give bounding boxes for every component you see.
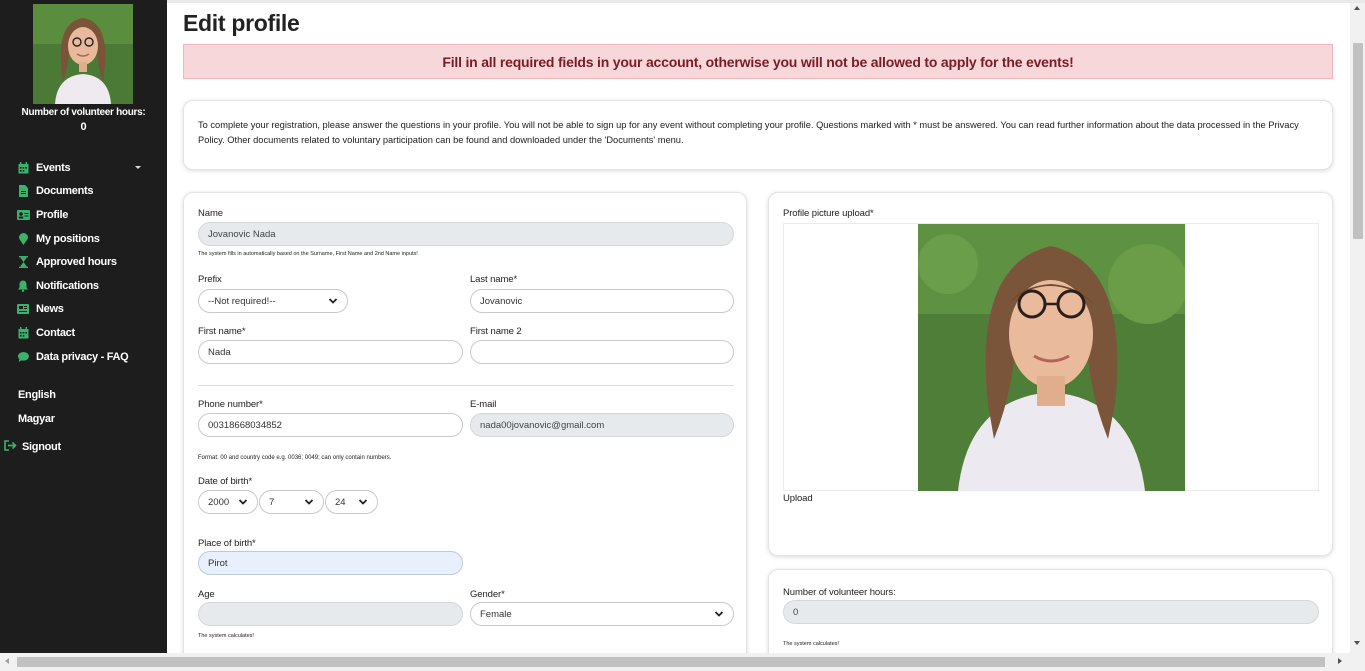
picture-frame[interactable] — [783, 223, 1319, 491]
firstname2-input[interactable] — [470, 340, 734, 364]
sidebar-item-label: Approved hours — [36, 256, 117, 269]
document-icon — [16, 185, 30, 198]
dob-day-value: 24 — [335, 496, 346, 508]
volunteer-hours-value: 0 — [80, 121, 87, 133]
pob-label: Place of birth* — [198, 538, 256, 549]
phone-label: Phone number* — [198, 399, 263, 410]
sidebar-item-label: Documents — [36, 185, 94, 198]
scroll-left-icon[interactable] — [5, 658, 9, 664]
sidebar-item-profile[interactable]: Profile — [0, 203, 167, 227]
pob-input[interactable]: Pirot — [198, 551, 463, 575]
age-note: The system calculates! — [198, 633, 254, 639]
dob-month-select[interactable]: 7 — [259, 490, 324, 514]
hours-note: The system calculates! — [783, 641, 839, 647]
sidebar-item-approved-hours[interactable]: Approved hours — [0, 250, 167, 274]
email-label: E-mail — [470, 399, 497, 410]
profile-photo — [918, 224, 1185, 491]
sidebar-item-my-positions[interactable]: My positions — [0, 227, 167, 251]
chevron-down-icon — [328, 298, 338, 304]
profile-form-card: Name Jovanovic Nada The system fills in … — [183, 192, 747, 653]
chat-icon — [16, 351, 30, 363]
newspaper-icon — [16, 303, 30, 315]
phone-input[interactable]: 00318668034852 — [198, 413, 463, 437]
prefix-select[interactable]: --Not required!-- — [198, 289, 348, 313]
sidebar-nav: Events Documents Profile My positions Ap… — [0, 156, 167, 368]
hours-label: Number of volunteer hours: — [783, 587, 896, 598]
calendar-icon — [16, 161, 30, 174]
name-field[interactable]: Jovanovic Nada — [198, 222, 734, 246]
prefix-label: Prefix — [198, 274, 222, 285]
horizontal-scroll-thumb[interactable] — [17, 657, 1325, 667]
signout-link[interactable]: Signout — [4, 440, 61, 454]
lastname-label: Last name* — [470, 274, 518, 285]
vertical-scrollbar[interactable] — [1350, 3, 1365, 653]
signout-label: Signout — [22, 441, 61, 453]
chevron-down-icon — [714, 611, 724, 617]
picture-label: Profile picture upload* — [783, 208, 874, 219]
language-english[interactable]: English — [18, 389, 56, 401]
sidebar-item-notifications[interactable]: Notifications — [0, 274, 167, 298]
sidebar-item-news[interactable]: News — [0, 298, 167, 322]
calendar-icon — [16, 326, 30, 339]
gender-value: Female — [480, 608, 512, 620]
email-field[interactable]: nada00jovanovic@gmail.com — [470, 413, 734, 437]
dob-label: Date of birth* — [198, 476, 253, 487]
bell-icon — [16, 280, 30, 292]
page-title: Edit profile — [183, 10, 300, 36]
lastname-input[interactable]: Jovanovic — [470, 289, 734, 313]
form-divider — [198, 385, 734, 386]
vertical-scroll-thumb[interactable] — [1353, 43, 1363, 239]
sidebar-item-data-privacy[interactable]: Data privacy - FAQ — [0, 345, 167, 369]
sidebar-item-label: My positions — [36, 232, 100, 245]
sidebar-item-label: Data privacy - FAQ — [36, 350, 129, 363]
dob-day-select[interactable]: 24 — [325, 490, 378, 514]
phone-note: Format: 00 and country code e.g. 0036; 0… — [198, 455, 392, 461]
intro-text: To complete your registration, please an… — [198, 120, 1299, 145]
hourglass-icon — [16, 256, 30, 269]
dob-year-value: 2000 — [208, 496, 230, 508]
gender-select[interactable]: Female — [470, 602, 734, 626]
map-pin-icon — [16, 232, 30, 245]
firstname2-label: First name 2 — [470, 326, 522, 337]
sidebar-item-label: Profile — [36, 208, 69, 221]
prefix-value: --Not required!-- — [208, 295, 276, 307]
dob-month-value: 7 — [269, 496, 275, 508]
name-note: The system fills in automatically based … — [198, 251, 418, 257]
required-fields-alert: Fill in all required fields in your acco… — [183, 44, 1333, 79]
sidebar-item-label: Notifications — [36, 279, 99, 292]
scroll-right-icon[interactable] — [1338, 658, 1342, 664]
sidebar-item-contact[interactable]: Contact — [0, 321, 167, 345]
horizontal-scrollbar[interactable] — [0, 653, 1365, 671]
profile-picture-card: Profile picture upload* Upload — [768, 192, 1333, 556]
sidebar-item-label: Events — [36, 161, 71, 174]
hours-field[interactable]: 0 — [783, 600, 1319, 624]
scroll-up-icon[interactable] — [1354, 6, 1360, 10]
chevron-down-icon — [304, 499, 314, 505]
volunteer-hours-label: Number of volunteer hours: — [21, 107, 146, 118]
language-magyar[interactable]: Magyar — [18, 413, 55, 425]
age-field[interactable] — [198, 602, 463, 626]
signout-icon — [4, 440, 17, 454]
chevron-down-icon — [358, 499, 368, 505]
scroll-down-icon[interactable] — [1354, 641, 1360, 645]
sidebar-item-label: News — [36, 303, 64, 316]
gender-label: Gender* — [470, 589, 505, 600]
sidebar: Number of volunteer hours: 0 Events Docu… — [0, 0, 167, 671]
avatar — [33, 4, 133, 104]
firstname-label: First name* — [198, 326, 246, 337]
id-card-icon — [16, 209, 30, 221]
upload-button[interactable]: Upload — [783, 493, 813, 504]
sidebar-item-documents[interactable]: Documents — [0, 180, 167, 204]
sidebar-item-label: Contact — [36, 326, 75, 339]
chevron-down-icon — [238, 499, 248, 505]
intro-card: To complete your registration, please an… — [183, 100, 1333, 170]
volunteer-hours-card: Number of volunteer hours: 0 The system … — [768, 569, 1333, 653]
main-content: Edit profile Fill in all required fields… — [167, 3, 1350, 653]
sidebar-item-events[interactable]: Events — [0, 156, 167, 180]
chevron-down-icon — [135, 166, 141, 169]
age-label: Age — [198, 589, 215, 600]
name-label: Name — [198, 208, 223, 219]
dob-year-select[interactable]: 2000 — [198, 490, 258, 514]
firstname-input[interactable]: Nada — [198, 340, 463, 364]
